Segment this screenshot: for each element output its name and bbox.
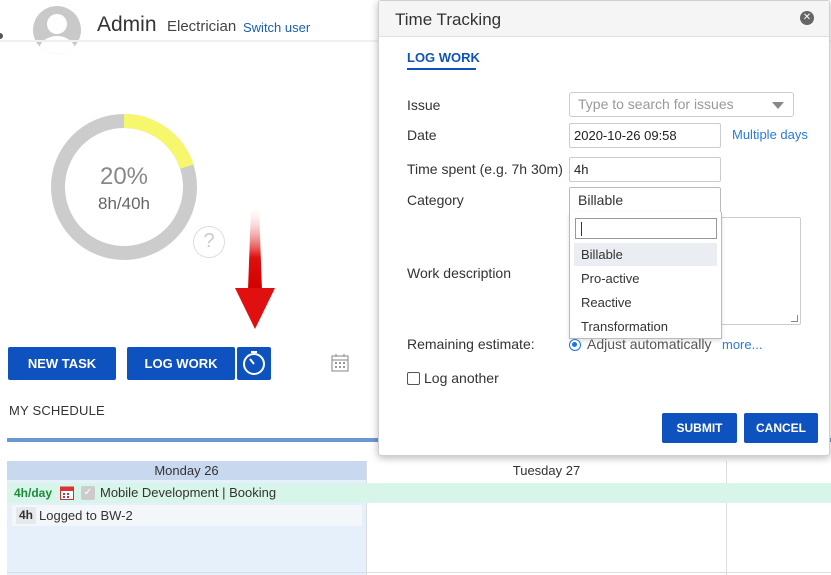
chevron-down-icon xyxy=(772,102,784,109)
issue-select[interactable]: Type to search for issues xyxy=(569,92,794,117)
category-option-billable[interactable]: Billable xyxy=(574,243,717,266)
category-label: Category xyxy=(407,192,464,208)
avatar-body xyxy=(39,36,75,54)
edge-marker xyxy=(0,33,3,39)
stopwatch-icon xyxy=(243,351,265,375)
logged-hours: 4h xyxy=(16,507,37,524)
user-role: Electrician xyxy=(167,18,237,35)
time-tracking-dialog: Time Tracking ✕ LOG WORK Issue Type to s… xyxy=(378,0,830,456)
progress-hours: 8h/40h xyxy=(98,194,150,213)
date-label: Date xyxy=(407,127,437,143)
multiple-days-link[interactable]: Multiple days xyxy=(732,127,808,142)
booking-bar[interactable]: 4h/day ✓ Mobile Development | Booking xyxy=(7,483,831,503)
booking-rate: 4h/day xyxy=(14,486,53,500)
progress-percent: 20% xyxy=(99,163,149,190)
day-header-tuesday: Tuesday 27 xyxy=(366,461,726,480)
dialog-header: Time Tracking ✕ xyxy=(379,1,829,37)
issue-placeholder: Type to search for issues xyxy=(578,96,734,112)
user-name: Admin xyxy=(97,13,157,36)
timer-button[interactable] xyxy=(237,347,271,380)
day-header-monday: Monday 26 xyxy=(7,461,366,480)
submit-button[interactable]: SUBMIT xyxy=(662,413,737,443)
day-header-next xyxy=(726,461,831,480)
switch-user-link[interactable]: Switch user xyxy=(243,20,310,35)
donut-center: 20% 8h/40h xyxy=(44,107,204,267)
category-search-input[interactable] xyxy=(575,218,717,239)
schedule-title: MY SCHEDULE xyxy=(9,403,105,418)
schedule-bottom-line xyxy=(7,572,831,573)
booking-label: Mobile Development | Booking xyxy=(100,485,277,500)
text-cursor xyxy=(581,222,582,236)
issue-label: Issue xyxy=(407,97,441,113)
category-option-reactive[interactable]: Reactive xyxy=(574,291,717,314)
avatar xyxy=(33,6,81,54)
new-task-button[interactable]: NEW TASK xyxy=(8,347,116,380)
description-label: Work description xyxy=(407,265,512,281)
log-another-label: Log another xyxy=(424,370,499,386)
more-options-link[interactable]: more... xyxy=(722,337,762,352)
date-input[interactable]: 2020-10-26 09:58 xyxy=(569,123,721,148)
category-option-transformation[interactable]: Transformation xyxy=(574,315,717,338)
logged-entry[interactable]: 4h Logged to BW-2 xyxy=(12,505,362,526)
time-spent-label: Time spent (e.g. 7h 30m) xyxy=(407,161,563,177)
dialog-title: Time Tracking xyxy=(395,10,502,29)
tab-active-underline xyxy=(407,68,476,70)
arrow-head xyxy=(235,288,275,329)
red-arrow-icon xyxy=(235,208,275,329)
close-icon[interactable]: ✕ xyxy=(800,11,814,25)
avatar-head xyxy=(47,14,67,34)
category-select[interactable]: Billable xyxy=(569,187,721,213)
booking-check-icon: ✓ xyxy=(81,486,95,500)
log-another-checkbox[interactable] xyxy=(407,372,420,385)
adjust-automatically-radio[interactable] xyxy=(569,339,581,351)
help-icon[interactable]: ? xyxy=(193,226,225,258)
booking-calendar-icon xyxy=(60,486,74,500)
adjust-automatically-label: Adjust automatically xyxy=(587,336,712,352)
category-dropdown: Billable Pro-active Reactive Transformat… xyxy=(569,212,722,339)
log-work-button[interactable]: LOG WORK xyxy=(127,347,235,380)
resize-handle-icon[interactable] xyxy=(791,315,798,322)
calendar-icon[interactable] xyxy=(330,353,350,373)
logged-text: Logged to BW-2 xyxy=(39,508,133,523)
category-option-pro-active[interactable]: Pro-active xyxy=(574,267,717,290)
time-spent-input[interactable]: 4h xyxy=(569,157,721,182)
cancel-button[interactable]: CANCEL xyxy=(744,413,818,443)
tab-log-work[interactable]: LOG WORK xyxy=(407,50,480,65)
remaining-estimate-label: Remaining estimate: xyxy=(407,336,535,352)
arrow-shaft xyxy=(248,208,262,290)
